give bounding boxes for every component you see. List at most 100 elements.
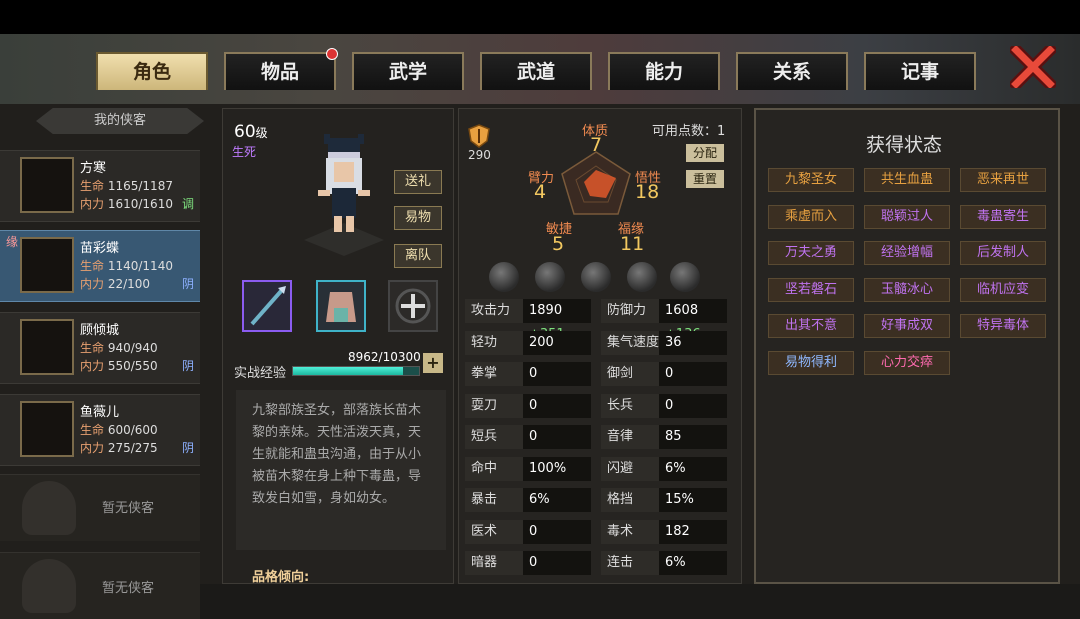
crew-member[interactable]: 方寒 生命 1165/1187 内力 1610/1610 调	[0, 150, 200, 222]
stat-label: 短兵	[471, 429, 498, 444]
stat-row: 短兵 0	[465, 425, 591, 449]
tab-label: 武道	[516, 61, 555, 83]
status-effect[interactable]: 乘虚而入	[768, 204, 854, 229]
tab-items[interactable]: 物品	[224, 48, 338, 90]
gift-button[interactable]: 送礼	[394, 170, 442, 194]
leave-party-button[interactable]: 离队	[394, 244, 442, 268]
trade-button[interactable]: 易物	[394, 206, 442, 230]
level-unit: 级	[255, 126, 268, 140]
crew-member[interactable]: 顾倾城 生命 940/940 内力 550/550 阴	[0, 312, 200, 384]
stat-row: 音律 85	[601, 425, 727, 449]
avatar	[20, 157, 74, 213]
stat-value: 0	[529, 555, 538, 570]
hp-row: 生命 600/600	[80, 421, 158, 438]
member-name: 方寒	[80, 161, 107, 176]
fate-badge: 缘	[6, 235, 19, 249]
stat-label: 长兵	[607, 397, 634, 413]
mp-value: 1610/1610	[107, 197, 173, 211]
tendency-label: 品格倾向:	[252, 570, 310, 585]
spear-icon	[250, 286, 286, 326]
status-effect[interactable]: 玉髓冰心	[864, 277, 950, 302]
mp-value: 275/275	[107, 441, 158, 455]
stat-label: 连击	[607, 555, 634, 570]
attr-value-int: 18	[635, 181, 660, 203]
stat-row: 命中 100%	[465, 456, 591, 481]
gem-slot[interactable]	[670, 262, 700, 292]
stat-label: 耍刀	[471, 397, 498, 413]
accessory-slot[interactable]	[388, 280, 438, 332]
stat-value: 182	[665, 523, 690, 539]
top-black-bar	[0, 0, 1080, 34]
stat-row: 暗器 0	[465, 551, 591, 575]
stat-value: 0	[529, 429, 538, 444]
status-effect[interactable]: 临机应变	[960, 277, 1046, 302]
stat-label: 攻击力	[471, 303, 511, 318]
tab-martial[interactable]: 武学	[352, 52, 464, 90]
robe-icon	[326, 292, 356, 322]
gem-slot[interactable]	[489, 262, 519, 292]
status-effect[interactable]: 好事成双	[864, 314, 950, 338]
mp-row: 内力 275/275	[80, 439, 158, 456]
stat-value: 6%	[665, 460, 686, 476]
exp-label: 实战经验	[234, 366, 287, 381]
tab-wudao[interactable]: 武道	[480, 52, 592, 90]
stat-label: 音律	[607, 429, 634, 444]
armor-slot[interactable]	[316, 280, 366, 332]
status-effect[interactable]: 特异毒体	[960, 314, 1046, 338]
status-effect[interactable]: 九黎圣女	[768, 168, 854, 192]
stat-label: 御剑	[607, 366, 634, 381]
exp-plus-button[interactable]: +	[423, 353, 443, 373]
mp-label: 内力	[80, 359, 105, 373]
empty-crew-slot[interactable]: 暂无侠客	[0, 552, 200, 619]
exp-bar	[292, 366, 420, 376]
stat-label: 暗器	[471, 555, 498, 570]
stat-label: 命中	[471, 460, 498, 476]
crew-member[interactable]: 鱼薇儿 生命 600/600 内力 275/275 阴	[0, 394, 200, 466]
status-effect[interactable]: 恶来再世	[960, 168, 1046, 192]
mp-row: 内力 1610/1610	[80, 195, 173, 212]
stat-row: 耍刀 0	[465, 393, 591, 418]
status-effect[interactable]: 后发制人	[960, 241, 1046, 265]
status-effect[interactable]: 坚若磐石	[768, 277, 854, 302]
reset-button[interactable]: 重置	[686, 170, 724, 188]
member-tag: 调	[181, 197, 194, 211]
status-effect[interactable]: 聪颖过人	[864, 204, 950, 229]
stat-value: 85	[665, 429, 682, 444]
hp-row: 生命 1165/1187	[80, 177, 173, 194]
tab-character[interactable]: 角色	[96, 52, 208, 90]
hp-label: 生命	[80, 341, 105, 355]
status-effect[interactable]: 毒蛊寄生	[960, 204, 1046, 229]
avatar	[20, 401, 74, 457]
close-icon[interactable]	[1010, 46, 1056, 88]
empty-crew-slot[interactable]: 暂无侠客	[0, 474, 200, 541]
status-effect[interactable]: 出其不意	[768, 314, 854, 338]
tab-relations[interactable]: 关系	[736, 52, 848, 90]
gem-slot[interactable]	[581, 262, 611, 292]
mp-value: 550/550	[107, 359, 158, 373]
member-name: 苗彩蝶	[80, 241, 120, 256]
crew-member-selected[interactable]: 缘 苗彩蝶 生命 1140/1140 内力 22/100 阴	[0, 230, 200, 302]
status-effect[interactable]: 易物得利	[768, 350, 854, 375]
tab-label: 能力	[644, 61, 683, 83]
available-points: 可用点数：1	[652, 120, 725, 139]
assign-button[interactable]: 分配	[686, 144, 724, 162]
status-effect[interactable]: 经验增幅	[864, 241, 950, 265]
member-name: 鱼薇儿	[80, 405, 120, 420]
mp-value: 22/100	[107, 277, 151, 291]
member-tag: 阴	[181, 277, 194, 291]
stat-label: 防御力	[607, 303, 647, 318]
tab-abilities[interactable]: 能力	[608, 52, 720, 90]
hp-value: 940/940	[107, 341, 158, 355]
weapon-slot[interactable]	[242, 280, 292, 332]
gem-slot[interactable]	[627, 262, 657, 292]
gem-slot[interactable]	[535, 262, 565, 292]
tab-label: 角色	[132, 61, 171, 83]
status-effect[interactable]: 心力交瘁	[864, 350, 950, 375]
status-effect[interactable]: 万夫之勇	[768, 241, 854, 265]
stat-label: 轻功	[471, 334, 498, 350]
tab-journal[interactable]: 记事	[864, 52, 976, 90]
shield-icon	[468, 124, 490, 148]
empty-slot-label: 暂无侠客	[102, 581, 155, 596]
status-effect[interactable]: 共生血蛊	[864, 168, 950, 192]
avatar	[20, 237, 74, 293]
